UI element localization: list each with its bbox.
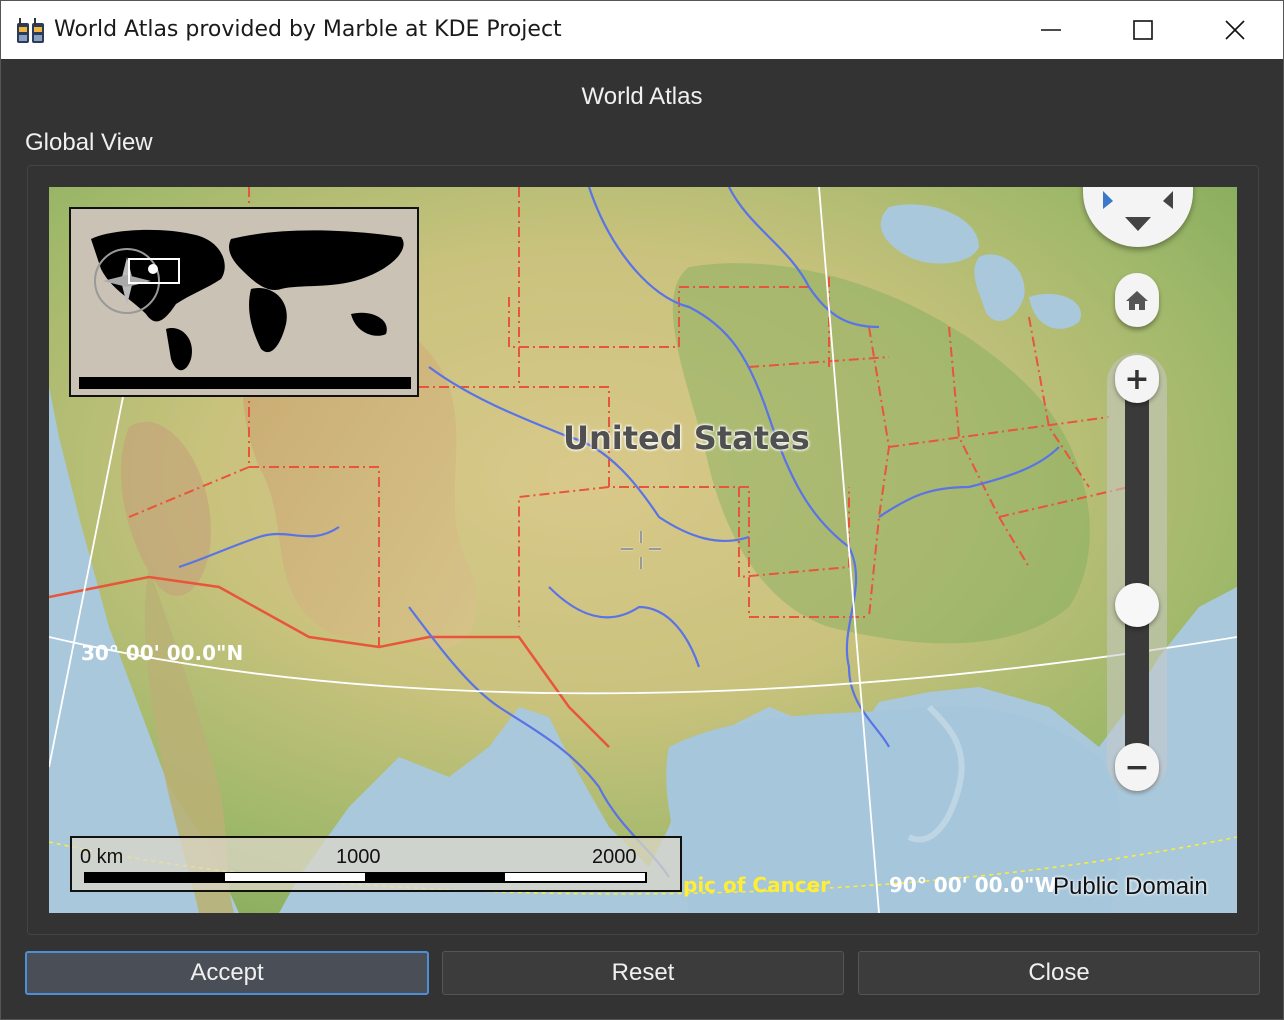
longitude-label: 90° 00' 00.0"W xyxy=(889,873,1057,897)
scale-end-label: 2000 xyxy=(592,846,637,868)
group-label: Global View xyxy=(25,129,153,156)
zoom-slider-groove xyxy=(1125,387,1149,757)
zoom-slider-handle[interactable] xyxy=(1115,583,1159,627)
walkie-talkie-icon xyxy=(17,18,44,43)
zoom-out-icon: − xyxy=(1124,749,1150,785)
latitude-label: 30° 00' 00.0"N xyxy=(81,641,244,665)
window-title: World Atlas provided by Marble at KDE Pr… xyxy=(54,17,562,42)
world-map-thumbnail xyxy=(71,209,417,395)
scale-bar: 0 km 1000 2000 xyxy=(70,836,682,892)
attribution-label: Public Domain xyxy=(1053,873,1208,900)
scale-start-label: 0 km xyxy=(80,846,124,868)
tropic-label: pic of Cancer xyxy=(683,873,831,897)
zoom-in-icon: + xyxy=(1124,361,1150,397)
close-icon xyxy=(1225,20,1245,40)
home-icon xyxy=(1126,291,1148,310)
home-button[interactable] xyxy=(1115,273,1159,327)
zoom-in-button[interactable]: + xyxy=(1115,355,1159,403)
reset-button[interactable]: Reset xyxy=(442,951,844,995)
dialog-heading: World Atlas xyxy=(581,83,703,110)
overview-map[interactable] xyxy=(69,207,419,397)
close-button[interactable]: Close xyxy=(858,951,1260,995)
map-view[interactable]: United States 30° 00' 00.0"N 90° 00' 00.… xyxy=(49,187,1237,913)
title-bar: World Atlas provided by Marble at KDE Pr… xyxy=(1,1,1283,59)
maximize-icon xyxy=(1133,20,1153,40)
maximize-button[interactable] xyxy=(1097,1,1189,59)
minimize-icon xyxy=(1041,29,1061,31)
accept-button[interactable]: Accept xyxy=(25,951,429,995)
pan-arrows-icon xyxy=(1103,191,1173,231)
scale-mid-label: 1000 xyxy=(336,846,381,868)
zoom-out-button[interactable]: − xyxy=(1115,743,1159,791)
close-window-button[interactable] xyxy=(1189,1,1281,59)
scale-ruler xyxy=(84,872,647,883)
dialog-window: World Atlas provided by Marble at KDE Pr… xyxy=(0,0,1284,1020)
country-label: United States xyxy=(563,419,810,457)
minimize-button[interactable] xyxy=(1005,1,1097,59)
